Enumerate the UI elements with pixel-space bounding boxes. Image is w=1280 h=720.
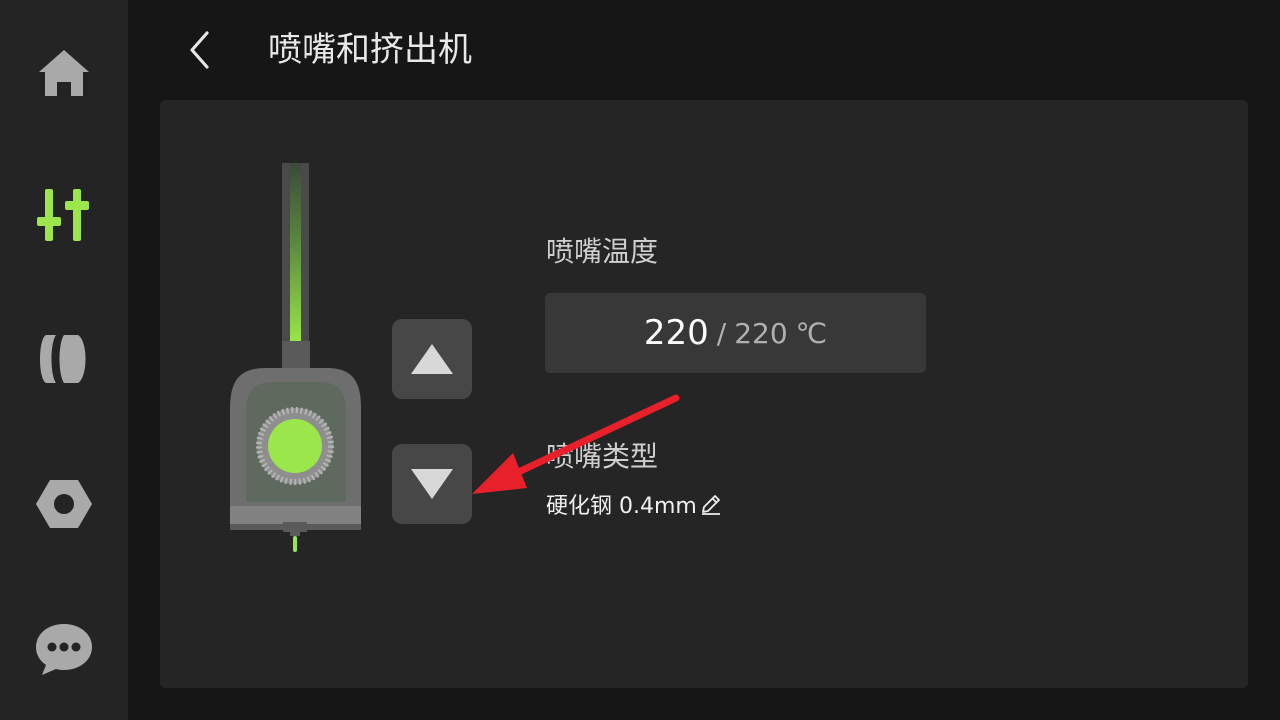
nozzle-temperature-field[interactable]: 220 / 220 ℃ <box>545 293 926 373</box>
sidebar-item-messages[interactable] <box>24 608 104 688</box>
extrude-up-button[interactable] <box>392 319 472 399</box>
chevron-left-icon <box>190 31 209 69</box>
sidebar-item-home[interactable] <box>24 32 104 112</box>
sidebar-item-controls[interactable] <box>24 175 104 255</box>
chat-bubble-icon <box>36 624 92 675</box>
triangle-down-icon <box>411 469 453 499</box>
extruded-filament <box>293 536 297 552</box>
sidebar-item-settings[interactable] <box>24 464 104 544</box>
page-title: 喷嘴和挤出机 <box>268 30 472 70</box>
temperature-unit: ℃ <box>795 316 828 350</box>
extruder-gear-indicator <box>268 419 322 473</box>
triangle-up-icon <box>411 344 453 374</box>
nozzle-type-label: 喷嘴类型 <box>546 440 659 473</box>
nozzle-temperature-target: 220 <box>734 316 788 350</box>
extrude-down-button[interactable] <box>392 444 472 524</box>
nozzle-temperature-label: 喷嘴温度 <box>546 235 659 268</box>
app-window: 喷嘴和挤出机 喷嘴温度 220 / 220 ℃ 喷嘴类型 硬化钢 0.4mm <box>0 0 1280 720</box>
nozzle-temperature-current: 220 <box>643 313 709 353</box>
extruder-illustration <box>230 163 361 552</box>
pencil-icon <box>699 492 723 516</box>
sidebar <box>0 0 128 720</box>
nozzle-type-selector[interactable]: 硬化钢 0.4mm <box>546 486 723 522</box>
temperature-separator: / <box>716 316 727 350</box>
sliders-icon <box>37 189 89 241</box>
back-button[interactable] <box>176 22 224 78</box>
filament-icon <box>40 335 86 383</box>
settings-nut-icon <box>36 480 92 528</box>
sidebar-item-filament[interactable] <box>24 319 104 399</box>
home-icon <box>39 50 89 96</box>
filament-strand <box>290 163 301 343</box>
nozzle-type-value: 硬化钢 0.4mm <box>546 494 697 519</box>
